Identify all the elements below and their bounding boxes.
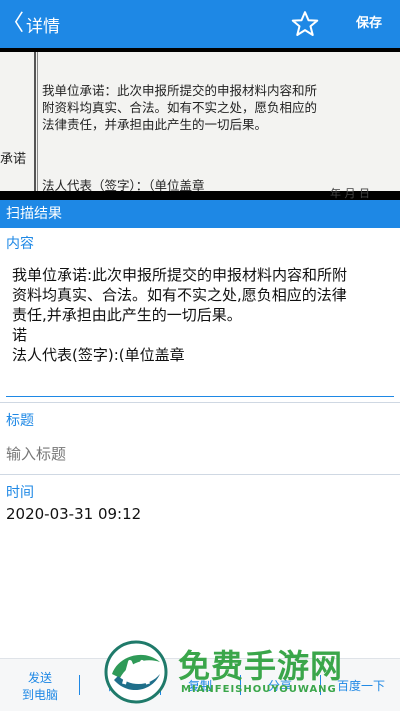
scanned-paper: 我单位承诺：此次申报所提交的申报材料内容和所 附资料均真实、合法。如有不实之处，… — [0, 52, 400, 200]
content-line: 我单位承诺:此次申报所提交的申报材料内容和所附 — [12, 266, 348, 284]
scan-line: 法律责任，并承担由此产生的一切后果。 — [42, 117, 268, 132]
toolbar-separator — [79, 675, 80, 695]
top-app-bar: 〈 详情 保存 — [0, 0, 400, 48]
watermark-text: 免费手游网 — [178, 647, 344, 685]
send-label: 到电脑 — [21, 687, 58, 702]
time-value: 2020-03-31 09:12 — [6, 505, 142, 523]
table-border — [34, 52, 36, 191]
page-title: 详情 — [26, 16, 61, 37]
scanned-image: 我单位承诺：此次申报所提交的申报材料内容和所 附资料均真实、合法。如有不实之处，… — [0, 48, 400, 200]
chevron-left-icon: 〈 — [2, 11, 25, 36]
result-section-header: 扫描结果 — [0, 200, 400, 228]
send-to-pc-button[interactable]: 发送 到电脑 — [14, 659, 66, 711]
content-underline — [6, 396, 394, 397]
divider — [0, 402, 400, 403]
content-text[interactable]: 我单位承诺:此次申报所提交的申报材料内容和所附 资料均真实、合法。如有不实之处,… — [12, 265, 392, 365]
scan-date-text: 年 月 日 — [330, 187, 370, 200]
title-label: 标题 — [6, 413, 34, 429]
scan-line: 法人代表（签字）：（单位盖章 — [42, 178, 205, 193]
content-label: 内容 — [6, 236, 34, 252]
content-line: 资料均真实、合法。如有不实之处,愿负相应的法律 — [12, 286, 347, 304]
title-input[interactable] — [6, 442, 394, 466]
send-label: 发送 — [27, 670, 52, 685]
back-button[interactable]: 〈 详情 — [2, 0, 60, 48]
divider — [0, 474, 400, 475]
table-border — [37, 52, 38, 191]
star-outline-icon[interactable] — [290, 9, 320, 39]
baidu-label: 百度一下 — [336, 679, 385, 693]
content-line: 责任,并承担由此产生的一切后果。 — [12, 306, 242, 324]
watermark-logo-icon — [104, 640, 168, 704]
time-label: 时间 — [6, 485, 34, 501]
save-button[interactable]: 保存 — [356, 0, 382, 48]
watermark-subtext: MIANFEISHOUYOUWANG — [181, 684, 337, 695]
content-line: 诺 — [12, 326, 28, 344]
scan-side-label: 承诺 — [0, 152, 27, 167]
content-line: 法人代表(签字):(单位盖章 — [12, 346, 185, 364]
